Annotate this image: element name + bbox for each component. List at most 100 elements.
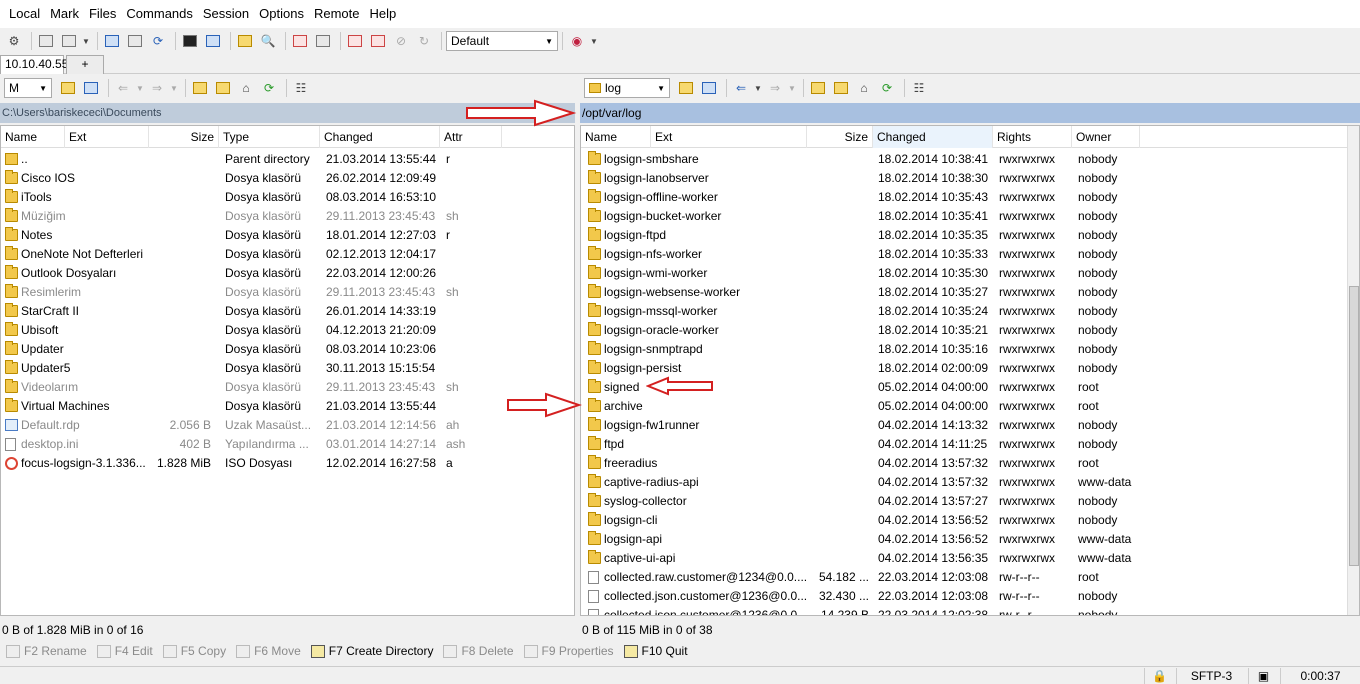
table-row[interactable]: archive 05.02.2014 04:00:00 rwxrwxrwx root (581, 397, 1359, 416)
table-row[interactable]: logsign-smbshare 18.02.2014 10:38:41 rwxrw… (581, 150, 1359, 169)
column-type[interactable]: Type (219, 126, 320, 148)
clear-selection-icon[interactable]: ⊘ (391, 32, 411, 50)
table-row[interactable]: Updater5 Dosya klasörü 30.11.2013 15:15:54 (1, 359, 574, 378)
menu-remote[interactable]: Remote (309, 0, 365, 28)
table-row[interactable]: Müziğim Dosya klasörü 29.11.2013 23:45:43 s… (1, 207, 574, 226)
gear-icon[interactable]: ⚙ (4, 32, 24, 50)
table-row[interactable]: Notes Dosya klasörü 18.01.2014 12:27:03 r (1, 226, 574, 245)
table-row[interactable]: logsign-websense-worker 18.02.2014 10:35:… (581, 283, 1359, 302)
local-file-list[interactable]: Name Ext Size Type Changed Attr .. Parent… (0, 125, 575, 616)
putty-icon[interactable] (203, 32, 223, 50)
table-row[interactable]: logsign-wmi-worker 18.02.2014 10:35:30 rwx… (581, 264, 1359, 283)
filter-icon[interactable] (81, 79, 101, 97)
table-row[interactable]: logsign-oracle-worker 18.02.2014 10:35:21… (581, 321, 1359, 340)
parent-directory-icon[interactable] (808, 79, 828, 97)
menu-files[interactable]: Files (84, 0, 121, 28)
table-row[interactable]: Default.rdp 2.056 B Uzak Masaüst... 21.03.2… (1, 416, 574, 435)
chevron-down-icon[interactable]: ▼ (590, 32, 598, 50)
menu-options[interactable]: Options (254, 0, 309, 28)
fkey-f4-edit[interactable]: F4 Edit (96, 644, 153, 658)
fkey-f5-copy[interactable]: F5 Copy (162, 644, 226, 658)
back-icon[interactable]: ⇐ (113, 79, 133, 97)
table-row[interactable]: freeradius 04.02.2014 13:57:32 rwxrwxrwx ro… (581, 454, 1359, 473)
menu-mark[interactable]: Mark (45, 0, 84, 28)
parent-directory-icon[interactable] (190, 79, 210, 97)
find-files-icon[interactable]: 🔍 (258, 32, 278, 50)
table-row[interactable]: logsign-ftpd 18.02.2014 10:35:35 rwxrwxrwx… (581, 226, 1359, 245)
table-row[interactable]: desktop.ini 402 B Yapılandırma ... 03.01.20… (1, 435, 574, 454)
column-size[interactable]: Size (149, 126, 219, 148)
menu-help[interactable]: Help (364, 0, 401, 28)
unselect-files-icon[interactable] (313, 32, 333, 50)
column-name[interactable]: Name (581, 126, 651, 148)
table-row[interactable]: Virtual Machines Dosya klasörü 21.03.2014 … (1, 397, 574, 416)
column-name[interactable]: Name (1, 126, 65, 148)
table-row[interactable]: Updater Dosya klasörü 08.03.2014 10:23:06 (1, 340, 574, 359)
table-row[interactable]: logsign-fw1runner 04.02.2014 14:13:32 rwxr… (581, 416, 1359, 435)
remote-scrollbar[interactable] (1347, 126, 1359, 615)
compare-directories-icon[interactable] (36, 32, 56, 50)
home-icon[interactable]: ⌂ (236, 79, 256, 97)
scrollbar-thumb[interactable] (1349, 286, 1359, 566)
transfer-settings-dropdown[interactable]: Default ▼ (446, 31, 558, 51)
home-icon[interactable]: ⌂ (854, 79, 874, 97)
tree-icon[interactable]: ☷ (909, 79, 929, 97)
table-row[interactable]: collected.raw.customer@1234@0.0.... 54.18… (581, 568, 1359, 587)
chevron-down-icon[interactable]: ▼ (170, 79, 178, 97)
table-row[interactable]: collected.json.customer@1236@0.0.... 32.4… (581, 587, 1359, 606)
column-ext[interactable]: Ext (651, 126, 807, 148)
chevron-down-icon[interactable]: ▼ (788, 79, 796, 97)
terminal-icon[interactable] (180, 32, 200, 50)
chevron-down-icon[interactable]: ▼ (136, 79, 144, 97)
table-row[interactable]: logsign-mssql-worker 18.02.2014 10:35:24 r… (581, 302, 1359, 321)
table-row[interactable]: logsign-nfs-worker 18.02.2014 10:35:33 rwx… (581, 245, 1359, 264)
table-row[interactable]: Outlook Dosyaları Dosya klasörü 22.03.2014… (1, 264, 574, 283)
synchronize-browsing-icon[interactable] (59, 32, 79, 50)
table-row[interactable]: captive-radius-api 04.02.2014 13:57:32 rwx… (581, 473, 1359, 492)
refresh-icon[interactable]: ⟳ (148, 32, 168, 50)
local-drive-dropdown[interactable]: M ▼ (4, 78, 52, 98)
column-attr[interactable]: Attr (440, 126, 502, 148)
fkey-f8-delete[interactable]: F8 Delete (443, 644, 514, 658)
column-changed[interactable]: Changed (320, 126, 440, 148)
refresh-icon[interactable]: ⟳ (877, 79, 897, 97)
filter-icon[interactable] (699, 79, 719, 97)
reload-icon[interactable]: ↻ (414, 32, 434, 50)
table-row[interactable]: logsign-bucket-worker 18.02.2014 10:35:41… (581, 207, 1359, 226)
back-icon[interactable]: ⇐ (731, 79, 751, 97)
root-directory-icon[interactable] (213, 79, 233, 97)
fkey-f10-quit[interactable]: F10 Quit (623, 644, 688, 658)
new-session-tab-button[interactable]: + (66, 55, 104, 74)
globe-icon[interactable]: ◉ (567, 32, 587, 50)
table-row[interactable]: OneNote Not Defterleri Dosya klasörü 02.12… (1, 245, 574, 264)
column-changed[interactable]: Changed (873, 126, 993, 148)
column-size[interactable]: Size (807, 126, 873, 148)
table-row[interactable]: ftpd 04.02.2014 14:11:25 rwxrwxrwx nobody (581, 435, 1359, 454)
table-row[interactable]: syslog-collector 04.02.2014 13:57:27 rwxrw… (581, 492, 1359, 511)
table-row[interactable]: Resimlerim Dosya klasörü 29.11.2013 23:45:… (1, 283, 574, 302)
remote-path-bar[interactable]: /opt/var/log (580, 103, 1360, 123)
queue-icon[interactable] (125, 32, 145, 50)
select-files-icon[interactable] (290, 32, 310, 50)
fkey-f6-move[interactable]: F6 Move (236, 644, 301, 658)
table-row[interactable]: collected.json.customer@1236@0.0.... 14.2… (581, 606, 1359, 615)
refresh-icon[interactable]: ⟳ (259, 79, 279, 97)
invert-selection-icon[interactable] (368, 32, 388, 50)
menu-commands[interactable]: Commands (121, 0, 197, 28)
column-ext[interactable]: Ext (65, 126, 149, 148)
chevron-down-icon[interactable]: ▼ (82, 32, 90, 50)
remote-file-list[interactable]: Name Ext Size Changed Rights Owner logsi… (580, 125, 1360, 616)
table-row[interactable]: focus-logsign-3.1.336... 1.828 MiB ISO Dos… (1, 454, 574, 473)
chevron-down-icon[interactable]: ▼ (754, 79, 762, 97)
column-owner[interactable]: Owner (1072, 126, 1140, 148)
column-rights[interactable]: Rights (993, 126, 1072, 148)
transfer-icon[interactable] (235, 32, 255, 50)
root-directory-icon[interactable] (831, 79, 851, 97)
forward-icon[interactable]: ⇒ (765, 79, 785, 97)
fkey-f7-create-directory[interactable]: F7 Create Directory (310, 644, 433, 658)
tab-session[interactable]: 10.10.40.55 (0, 55, 68, 74)
remote-directory-dropdown[interactable]: log ▼ (584, 78, 670, 98)
tree-icon[interactable]: ☷ (291, 79, 311, 97)
table-row[interactable]: logsign-cli 04.02.2014 13:56:52 rwxrwxrwx n… (581, 511, 1359, 530)
open-directory-icon[interactable] (58, 79, 78, 97)
